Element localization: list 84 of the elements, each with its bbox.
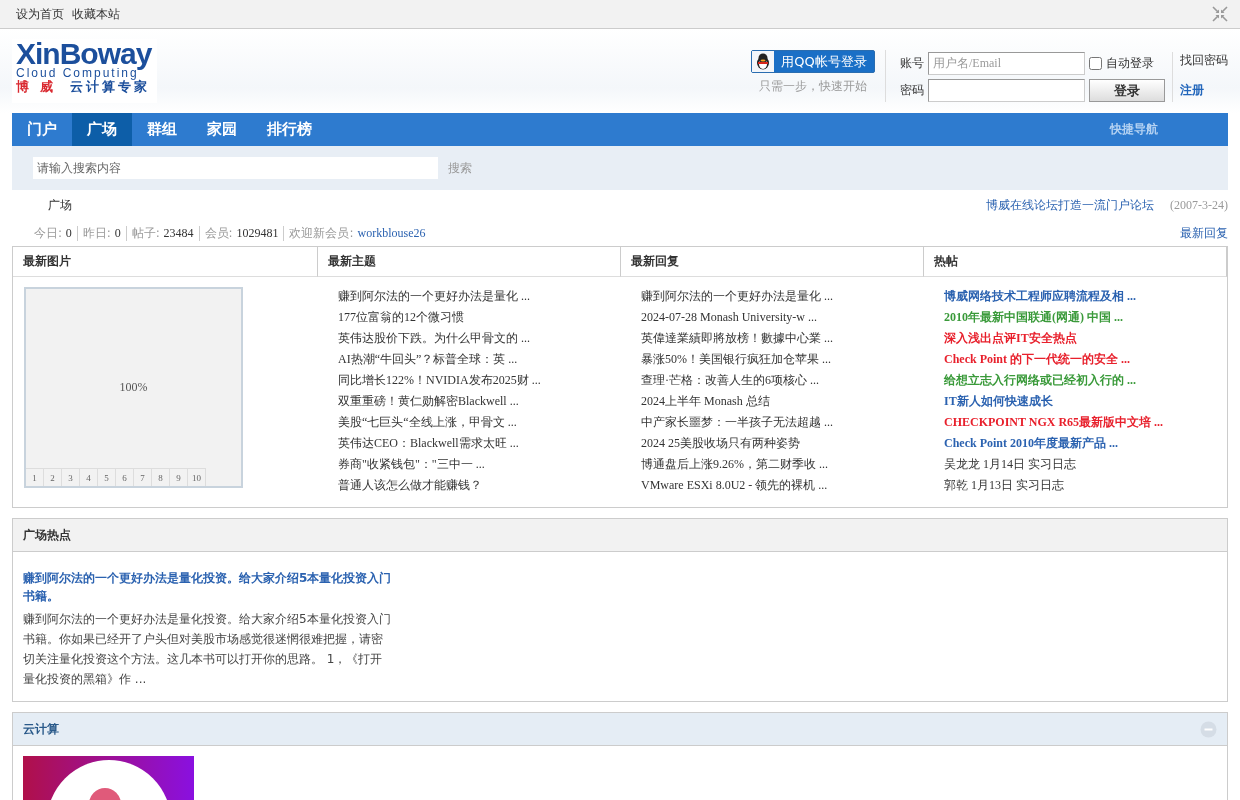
topic-link[interactable]: 券商"收紧钱包"："三中一 ... (338, 457, 485, 471)
topic-link[interactable]: 普通人该怎么做才能赚钱？ (338, 478, 482, 492)
topic-link[interactable]: 177位富翁的12个微习惯 (338, 310, 464, 324)
topic-link[interactable]: 中产家长噩梦：一半孩子无法超越 ... (641, 415, 833, 429)
announcement-link[interactable]: 博威在线论坛打造一流门户论坛 (986, 196, 1154, 214)
topic-link[interactable]: 英伟达CEO：Blackwell需求太旺 ... (338, 436, 519, 450)
search-field[interactable]: 请输入搜索内容 (33, 157, 438, 179)
register-link[interactable]: 注册 (1180, 82, 1228, 99)
slideshow-caption: 100% (119, 380, 148, 395)
breadcrumb: 广场 (48, 196, 72, 214)
logo-slogan: 云计算专家 (69, 79, 150, 95)
penguin-icon (756, 53, 770, 70)
qq-login-hint: 只需一步，快速开始 (759, 78, 867, 95)
page-number[interactable]: 10 (188, 468, 206, 486)
topic-link[interactable]: VMware ESXi 8.0U2 - 领先的裸机 ... (641, 478, 828, 492)
hot-post-link[interactable]: 2010年最新中国联通(网通) 中国 ... (944, 310, 1123, 324)
checkbox-label: 自动登录 (1106, 55, 1154, 72)
column-heading: 最新主题 (318, 247, 621, 277)
topic-link[interactable]: 赚到阿尔法的一个更好办法是量化 ... (641, 289, 833, 303)
hot-post-link[interactable]: 博威网络技术工程师应聘流程及相 ... (944, 289, 1136, 303)
hot-post-link[interactable]: 深入浅出点评IT安全热点 (944, 331, 1077, 345)
post-excerpt: 赚到阿尔法的一个更好办法是量化投资。给大家介绍5本量化投资入门书籍。你如果已经开了户头但对美股市场感觉很迷惘很难把握，请密切关注量化投资这个方法。这几本书可以打开你的思路。 1，《打开量化投资的黑箱》作 ... (23, 611, 392, 688)
nav-tab[interactable]: 群组 (132, 113, 192, 146)
page-number[interactable]: 2 (44, 468, 62, 486)
hot-post-link[interactable]: 给想立志入行网络或已经初入行的 ... (944, 373, 1136, 387)
stat-text: 昨日: 0 (82, 225, 127, 241)
topic-link[interactable]: 英伟达股价下跌。为什么甲骨文的 ... (338, 331, 530, 345)
topic-link[interactable]: 博通盘后上涨9.26%，第二财季收 ... (641, 457, 828, 471)
nav-tab[interactable]: 家园 (192, 113, 252, 146)
page-number[interactable]: 8 (152, 468, 170, 486)
hot-post-link[interactable]: Check Point 的下一代统一的安全 ... (944, 352, 1130, 366)
topic-link[interactable]: 美股“七巨头“全线上涨，甲骨文 ... (338, 415, 517, 429)
member-link[interactable]: workblouse26 (357, 225, 426, 241)
login-button[interactable]: 登录 (1089, 79, 1165, 102)
hot-post-link[interactable]: Check Point 2010年度最新产品 ... (944, 436, 1118, 450)
password-field[interactable] (928, 79, 1085, 102)
checkbox[interactable] (1089, 57, 1102, 70)
page-number[interactable]: 6 (116, 468, 134, 486)
qq-login-button[interactable]: 用QQ帐号登录 (751, 50, 875, 73)
column-heading: 最新回复 (621, 247, 924, 277)
latest-replies-link[interactable]: 最新回复 (1180, 224, 1228, 242)
page-number[interactable]: 1 (26, 468, 44, 486)
logo-name: XinBoway (16, 39, 153, 69)
top-link[interactable]: 设为首页 (16, 5, 64, 23)
username-field[interactable]: 用户名/Email (928, 52, 1085, 75)
hot-post-link[interactable]: 郭乾 1月13日 实习日志 (944, 478, 1064, 492)
nav-tab[interactable]: 广场 (72, 113, 132, 146)
announcement-date: (2007-3-24) (1170, 197, 1228, 213)
top-link[interactable]: 收藏本站 (72, 5, 120, 23)
new-member-label: 欢迎新会员: (289, 224, 354, 242)
topic-link[interactable]: 暴涨50%！美国银行疯狂加仓苹果 ... (641, 352, 831, 366)
column-heading: 热帖 (924, 247, 1227, 277)
hot-post-link[interactable]: 吴龙龙 1月14日 实习日志 (944, 457, 1076, 471)
page-number[interactable]: 9 (170, 468, 188, 486)
stat-text: 帖子: 23484 (131, 225, 200, 241)
topic-link[interactable]: 2024 25美股收场只有两种姿势 (641, 436, 800, 450)
topic-link[interactable]: 英偉達業績即將放榜！數據中心業 ... (641, 331, 833, 345)
page-number[interactable]: 7 (134, 468, 152, 486)
topic-link[interactable]: 同比增长122%！NVIDIA发布2025财 ... (338, 373, 541, 387)
topic-link[interactable]: 2024上半年 Monash 总结 (641, 394, 770, 408)
column-heading: 最新图片 (13, 247, 318, 277)
field-label: 密码 (900, 82, 924, 99)
page-number[interactable]: 4 (80, 468, 98, 486)
post-title-link[interactable]: 赚到阿尔法的一个更好办法是量化投资。给大家介绍5本量化投资入门书籍。 (23, 569, 393, 605)
topic-link[interactable]: 2024-07-28 Monash University-w ... (641, 310, 817, 324)
logo-brand: 博 威 (16, 79, 56, 95)
field-label: 账号 (900, 55, 924, 72)
stat-text: 今日: 0 (34, 225, 78, 241)
collapse-icon[interactable] (1212, 6, 1228, 22)
section-heading: 广场热点 (13, 519, 1227, 552)
forgot-password-link[interactable]: 找回密码 (1180, 52, 1228, 69)
topic-link[interactable]: AI热潮“牛回头”？标普全球：英 ... (338, 352, 518, 366)
hot-post-link[interactable]: CHECKPOINT NGX R65最新版中文培 ... (944, 415, 1164, 429)
topic-link[interactable]: 双重重磅！黄仁勋解密Blackwell ... (338, 394, 519, 408)
topic-link[interactable]: 查理·芒格：改善人生的6项核心 ... (641, 373, 819, 387)
hot-post-link[interactable]: IT新人如何快速成长 (944, 394, 1053, 408)
topic-link[interactable]: 赚到阿尔法的一个更好办法是量化 ... (338, 289, 530, 303)
stat-text: 会员: 1029481 (204, 225, 285, 241)
page-number[interactable]: 5 (98, 468, 116, 486)
nav-tab[interactable]: 排行榜 (252, 113, 327, 146)
logo[interactable]: XinBoway Cloud Computing 博 威 云计算专家 (12, 39, 157, 103)
page-number[interactable]: 3 (62, 468, 80, 486)
nav-tab[interactable]: 门户 (12, 113, 72, 146)
section-heading: 云计算 (23, 720, 59, 738)
